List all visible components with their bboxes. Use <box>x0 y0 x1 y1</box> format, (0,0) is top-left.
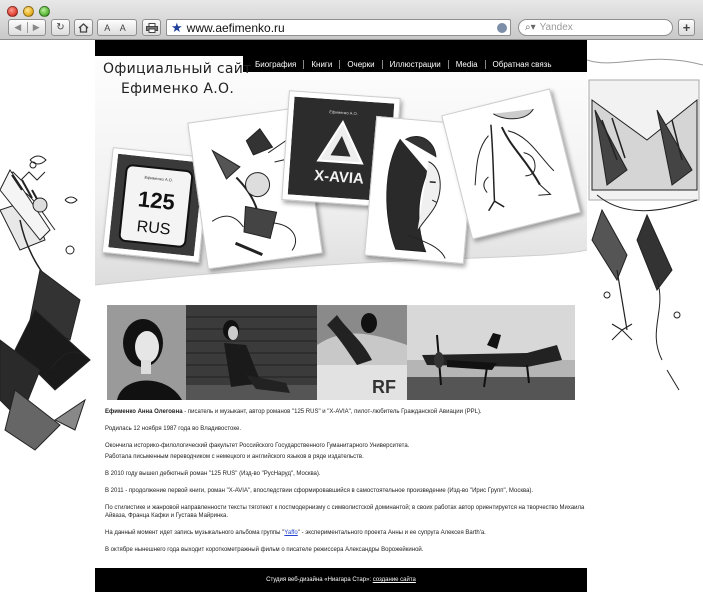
photo-brick-wall[interactable] <box>186 305 317 400</box>
brick-wall-photo <box>186 305 317 400</box>
cockpit-photo: RF <box>317 305 407 400</box>
footer-link[interactable]: создание сайта <box>373 577 416 583</box>
yaffo-link[interactable]: Yaffo <box>284 530 297 536</box>
back-forward-buttons: ◀ ▶ <box>8 19 46 36</box>
photo-strip: RF <box>107 305 575 400</box>
menu-item-illustrations[interactable]: Иллюстрации <box>381 59 448 69</box>
url-text: www.aefimenko.ru <box>186 20 285 35</box>
book-125-region: RUS <box>136 218 171 238</box>
search-icon: ⌕▾ <box>525 22 536 33</box>
site-page: Биография Книги Очерки Иллюстрации Media… <box>95 40 587 592</box>
printer-icon <box>145 22 158 33</box>
top-black-bar <box>95 40 587 56</box>
site-footer: Студия веб-дизайна «Ниагара Стар»: созда… <box>95 568 587 592</box>
portrait-photo <box>107 305 186 400</box>
menu-item-books[interactable]: Книги <box>303 59 339 69</box>
bookmark-star-icon[interactable]: ★ <box>171 21 183 34</box>
bio-paragraph: В 2011 - продолжение первой книги, роман… <box>105 488 534 494</box>
main-menu: Биография Книги Очерки Иллюстрации Media… <box>248 57 559 71</box>
page-status-icon[interactable] <box>497 22 507 33</box>
menu-item-essays[interactable]: Очерки <box>339 59 381 69</box>
left-illustration <box>0 155 91 451</box>
forward-icon[interactable]: ▶ <box>26 22 46 33</box>
site-header: Биография Книги Очерки Иллюстрации Media… <box>95 40 587 300</box>
bio-paragraph: Окончила историко-филологический факульт… <box>105 443 410 449</box>
bio-paragraph: В 2010 году вышел дебютный роман "125 RU… <box>105 471 321 477</box>
right-illustration <box>587 58 703 391</box>
svg-text:RF: RF <box>372 377 396 397</box>
new-tab-button[interactable]: + <box>678 19 695 36</box>
bio-album-text-before: На данный момент идет запись музыкальног… <box>105 530 285 536</box>
search-placeholder: Yandex <box>539 22 573 33</box>
text-size-button[interactable]: A A <box>97 19 137 36</box>
photo-airplane[interactable] <box>407 305 575 400</box>
reload-icon: ↻ <box>56 22 65 33</box>
back-icon[interactable]: ◀ <box>9 22 27 33</box>
site-title-line2: Ефименко А.О. <box>121 81 235 97</box>
site-title: Официальный сайт Ефименко А.О. <box>103 59 252 99</box>
book-125-number: 125 <box>137 186 176 215</box>
bio-album-text-after: " - экспериментального проекта Анны и ее… <box>297 530 486 536</box>
bio-paragraph: Родилась 12 ноября 1987 года во Владивос… <box>105 426 242 432</box>
book-xavia-title: X-AVIA <box>314 167 365 187</box>
bio-intro: Ефименко Анна Олеговна - писатель и музы… <box>105 408 585 416</box>
airplane-photo <box>407 305 575 400</box>
browser-toolbar: ◀ ▶ ↻ A A ★ www.aefimenko.ru ⌕▾ Yandex + <box>0 0 703 40</box>
menu-item-biography[interactable]: Биография <box>248 60 303 69</box>
menu-item-media[interactable]: Media <box>447 59 485 69</box>
bio-content: Ефименко Анна Олеговна - писатель и музы… <box>105 408 585 563</box>
home-icon <box>78 22 89 33</box>
home-button[interactable] <box>74 19 93 36</box>
window-controls <box>7 6 50 17</box>
bio-intro-text: - писатель и музыкант, автор романов "12… <box>182 409 482 415</box>
minimize-window-button[interactable] <box>23 6 34 17</box>
close-window-button[interactable] <box>7 6 18 17</box>
menu-item-feedback[interactable]: Обратная связь <box>484 59 559 69</box>
bio-paragraph-album: На данный момент идет запись музыкальног… <box>105 529 585 537</box>
bio-paragraph: Работала письменным переводчиком с немец… <box>105 454 364 460</box>
bio-name: Ефименко Анна Олеговна <box>105 409 183 415</box>
address-bar[interactable]: ★ www.aefimenko.ru <box>166 19 511 36</box>
print-button[interactable] <box>142 19 161 36</box>
bio-paragraph: По стилистике и жанровой направленности … <box>105 505 585 519</box>
bio-paragraph: В октябре нынешнего года выходит коротко… <box>105 547 424 553</box>
search-field[interactable]: ⌕▾ Yandex <box>518 19 673 36</box>
site-title-line1: Официальный сайт <box>103 61 252 77</box>
zoom-window-button[interactable] <box>39 6 50 17</box>
reload-button[interactable]: ↻ <box>51 19 70 36</box>
photo-cockpit[interactable]: RF <box>317 305 407 400</box>
photo-portrait[interactable] <box>107 305 186 400</box>
book-125rus-cover: Ефименко А.О. 125 RUS <box>108 153 204 257</box>
footer-text: Студия веб-дизайна «Ниагара Стар»: <box>266 577 373 583</box>
